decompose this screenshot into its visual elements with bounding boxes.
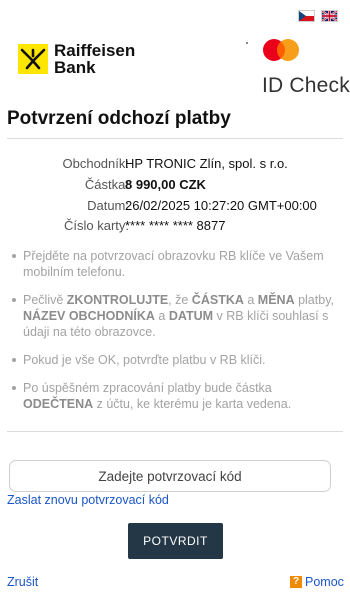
detail-value-merchant: HP TRONIC Zlín, spol. s r.o.: [125, 156, 288, 171]
raiffeisen-bank-logo: Raiffeisen Bank: [18, 42, 135, 76]
id-check-label: ID Check: [262, 74, 350, 97]
detail-label: Datum:: [87, 198, 129, 213]
cancel-link[interactable]: Zrušit: [7, 575, 38, 589]
help-icon: ?: [290, 576, 302, 588]
title-divider: [7, 138, 343, 139]
confirm-button[interactable]: POTVRDIT: [128, 523, 223, 559]
detail-label: Číslo karty:: [63, 218, 129, 233]
instruction-item: Přejděte na potvrzovací obrazovku RB klí…: [12, 248, 338, 280]
czech-flag-icon[interactable]: [298, 10, 315, 22]
page-title: Potvrzení odchozí platby: [7, 108, 231, 129]
detail-label: Obchodník:: [62, 156, 130, 171]
instruction-item: Pokud je vše OK, potvrďte platbu v RB kl…: [12, 352, 338, 368]
mastercard-logo-icon: [262, 38, 300, 62]
separator-dot: [246, 42, 248, 44]
uk-flag-icon[interactable]: [321, 10, 338, 22]
help-link[interactable]: ? Pomoc: [290, 575, 344, 589]
instructions-divider: [7, 431, 343, 432]
detail-value-card-number: **** **** **** 8877: [125, 218, 226, 233]
detail-row-amount: Částka: 8 990,00 CZK: [7, 177, 343, 195]
instruction-item: Pečlivě ZKONTROLUJTE, že ČÁSTKA a MĚNA p…: [12, 292, 338, 340]
bank-name-line2: Bank: [54, 58, 96, 77]
detail-value-amount: 8 990,00 CZK: [125, 177, 206, 192]
resend-code-link[interactable]: Zaslat znovu potvrzovací kód: [7, 493, 169, 507]
detail-row-card-number: Číslo karty: **** **** **** 8877: [7, 218, 343, 236]
instruction-item: Po úspěšném zpracování platby bude částk…: [12, 380, 338, 412]
detail-row-date: Datum: 26/02/2025 10:27:20 GMT+00:00: [7, 198, 343, 216]
bank-name-line1: Raiffeisen: [54, 41, 136, 60]
help-label: Pomoc: [305, 575, 344, 589]
detail-value-date: 26/02/2025 10:27:20 GMT+00:00: [125, 198, 317, 213]
confirmation-code-input[interactable]: [9, 460, 331, 492]
raiffeisen-mark-icon: [18, 44, 48, 74]
instructions: Přejděte na potvrzovací obrazovku RB klí…: [10, 248, 338, 424]
detail-label: Částka:: [84, 177, 129, 192]
detail-row-merchant: Obchodník: HP TRONIC Zlín, spol. s r.o.: [7, 156, 343, 174]
